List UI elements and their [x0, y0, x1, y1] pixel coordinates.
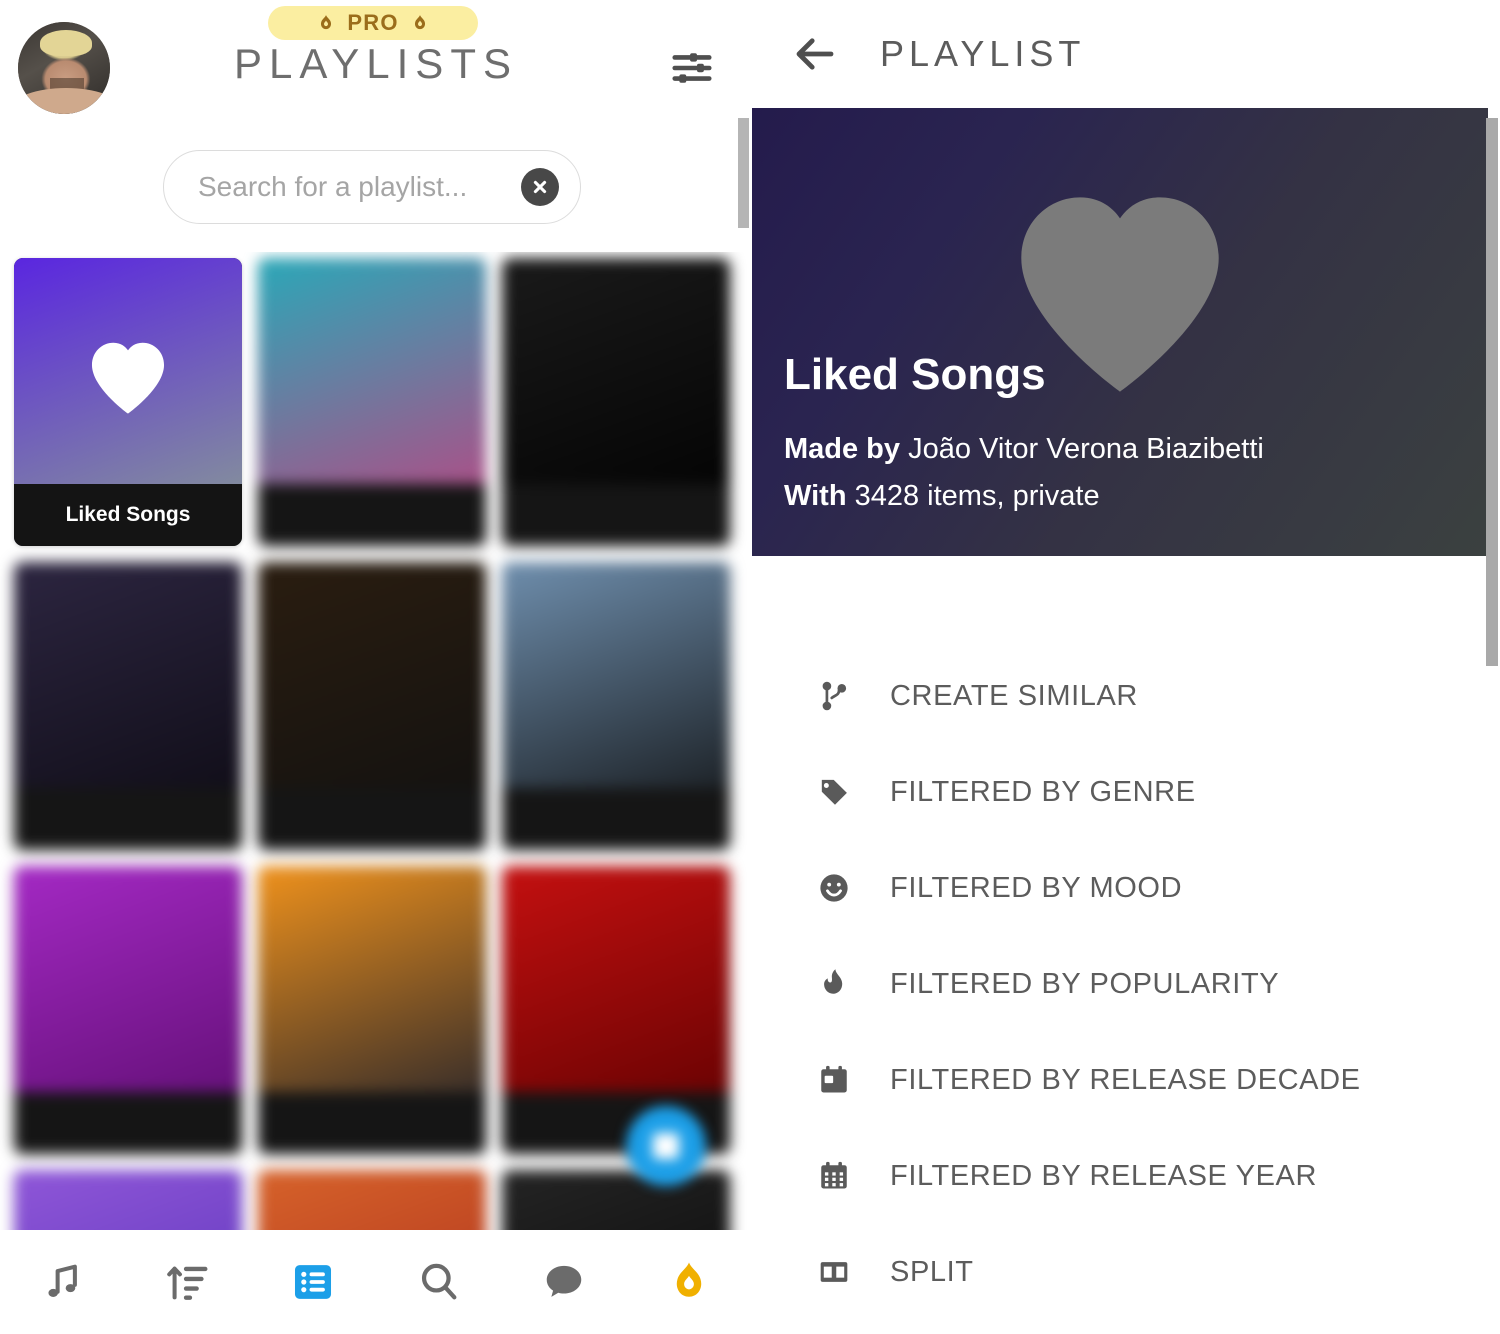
creation-tool-label: FILTERED BY RELEASE YEAR: [890, 1159, 1317, 1192]
with-label: With: [784, 480, 847, 513]
playlist-tile-name: [502, 788, 730, 850]
playlist-banner: Liked Songs Made by João Vitor Verona Bi…: [752, 108, 1488, 556]
add-fab-icon[interactable]: [626, 1106, 706, 1186]
flame-icon: [321, 14, 332, 29]
creation-tool-label: FILTERED BY GENRE: [890, 775, 1196, 808]
made-by-value: João Vitor Verona Biazibetti: [908, 433, 1264, 466]
page-title: PLAYLISTS: [234, 40, 518, 87]
split-columns-icon: [812, 1250, 856, 1294]
playlist-tile[interactable]: [14, 1170, 242, 1232]
avatar-shoulder: [18, 88, 110, 114]
playlist-grid: Liked Songs: [0, 252, 752, 1232]
nav-item-sort[interactable]: [140, 1242, 236, 1322]
playlist-tile-art: [258, 1170, 486, 1232]
playlist-tile[interactable]: Liked Songs: [14, 258, 242, 546]
playlist-tile-art: [502, 1170, 730, 1232]
sliders-icon[interactable]: [660, 36, 724, 100]
music-note-icon: [48, 1264, 77, 1297]
playlist-tile-name: [14, 788, 242, 850]
creation-tool-label: FILTERED BY RELEASE DECADE: [890, 1063, 1361, 1096]
playlist-tile[interactable]: [502, 866, 730, 1154]
playlist-tile-name: Liked Songs: [14, 484, 242, 546]
bottom-nav: [0, 1230, 752, 1334]
list-icon: [295, 1265, 332, 1299]
calendar-icon: [812, 1058, 856, 1102]
playlist-tile[interactable]: [258, 258, 486, 546]
nav-item-music[interactable]: [15, 1242, 111, 1322]
playlist-tile[interactable]: [502, 258, 730, 546]
playlist-tile-name: [502, 484, 730, 546]
fab-glyph: [653, 1133, 679, 1159]
playlist-tile-name: [258, 1092, 486, 1154]
sort-icon: [167, 1266, 208, 1300]
pro-label: PRO: [347, 10, 399, 35]
nav-item-flame[interactable]: [641, 1242, 737, 1322]
with-value: 3428 items, private: [854, 480, 1100, 513]
flame-icon: [414, 14, 425, 29]
playlist-banner-text: Liked Songs Made by João Vitor Verona Bi…: [784, 349, 1264, 520]
playlist-tile[interactable]: [258, 562, 486, 850]
git-branch-icon: [812, 674, 856, 718]
playlist-item-count: With 3428 items, private: [784, 473, 1264, 520]
playlist-tile-name: [258, 484, 486, 546]
playlist-tile-name: [258, 788, 486, 850]
playlist-tile[interactable]: [14, 562, 242, 850]
creation-tool-label: FILTERED BY MOOD: [890, 871, 1183, 904]
creation-tool-item[interactable]: CREATE SIMILAR: [752, 648, 1500, 744]
pro-badge[interactable]: PRO: [268, 6, 478, 40]
search-field-wrapper: [163, 150, 581, 224]
playlist-tile-art: [14, 1170, 242, 1232]
playlist-made-by: Made by João Vitor Verona Biazibetti: [784, 426, 1264, 473]
playlists-panel: PRO PLAYLISTS Search for a playlist... L…: [0, 0, 752, 1334]
creation-tool-item[interactable]: FILTERED BY POPULARITY: [752, 936, 1500, 1032]
creation-tool-label: CREATE SIMILAR: [890, 679, 1138, 712]
playlist-detail-header: PLAYLIST: [752, 0, 1500, 108]
clear-circle-icon[interactable]: [521, 168, 559, 206]
calendar-grid-icon: [812, 1154, 856, 1198]
creation-tool-item[interactable]: FILTERED BY MOOD: [752, 840, 1500, 936]
search-input[interactable]: [163, 150, 581, 224]
nav-item-search[interactable]: [391, 1242, 487, 1322]
playlist-header-title: PLAYLIST: [880, 33, 1086, 74]
creation-tool-item[interactable]: FILTERED BY RELEASE YEAR: [752, 1128, 1500, 1224]
creation-tool-item[interactable]: SPLIT: [752, 1224, 1500, 1320]
playlist-tile-name: [14, 1092, 242, 1154]
chat-bubble-icon: [546, 1265, 582, 1297]
nav-item-list[interactable]: [265, 1242, 361, 1322]
search-icon: [421, 1263, 457, 1300]
creation-tool-item[interactable]: FILTERED BY GENRE: [752, 744, 1500, 840]
creation-tool-label: FILTERED BY POPULARITY: [890, 967, 1280, 1000]
playlist-tile[interactable]: [502, 1170, 730, 1232]
playlists-scrollbar[interactable]: [738, 118, 749, 228]
smiley-icon: [812, 866, 856, 910]
playlist-tile[interactable]: [502, 562, 730, 850]
made-by-label: Made by: [784, 433, 901, 466]
playlists-header: PRO PLAYLISTS: [0, 0, 752, 122]
playlist-tile[interactable]: [258, 866, 486, 1154]
flame-icon: [812, 962, 856, 1006]
arrow-left-icon[interactable]: [778, 17, 852, 91]
creation-tool-item[interactable]: FILTERED BY RELEASE DECADE: [752, 1032, 1500, 1128]
playlist-tile[interactable]: [14, 866, 242, 1154]
tag-icon: [812, 770, 856, 814]
creation-tool-label: SPLIT: [890, 1255, 974, 1288]
app-root: PRO PLAYLISTS Search for a playlist... L…: [0, 0, 1500, 1334]
flame-icon: [677, 1262, 702, 1297]
nav-item-chat[interactable]: [516, 1242, 612, 1322]
playlist-name: Liked Songs: [784, 349, 1046, 399]
creation-tools-list: CREATE SIMILAR FILTERED BY GENRE FILTERED …: [752, 648, 1500, 1320]
playlist-detail-scrollbar[interactable]: [1486, 118, 1498, 666]
playlist-tile[interactable]: [258, 1170, 486, 1232]
